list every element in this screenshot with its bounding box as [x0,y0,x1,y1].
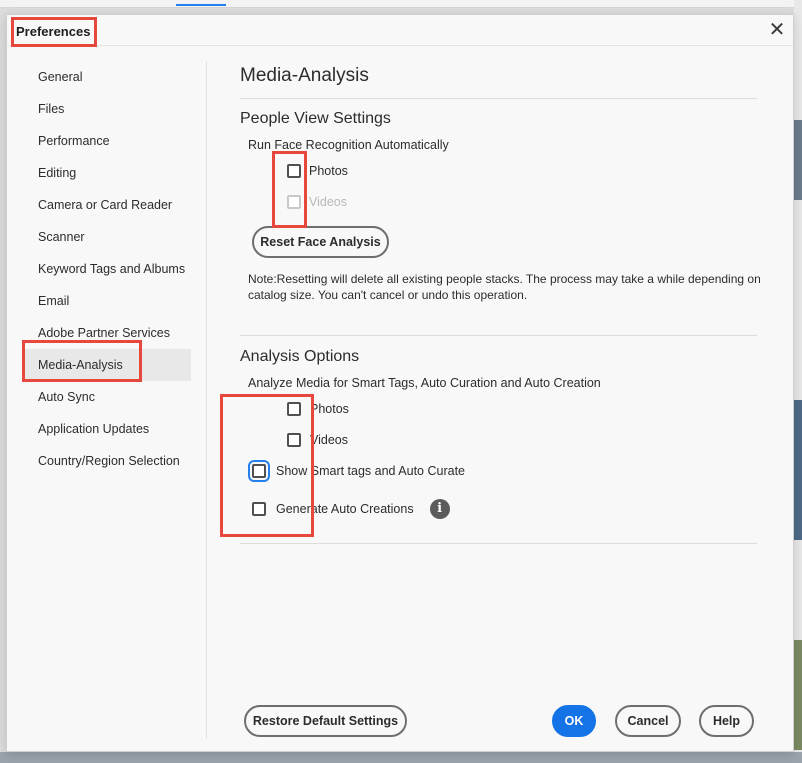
section-divider [240,335,757,336]
analysis-options-heading: Analysis Options [240,348,360,365]
background-thumbnail [794,120,802,200]
smart-tags-checkbox[interactable] [248,460,270,482]
background-thumbnail [794,400,802,540]
analysis-photos-checkbox[interactable] [287,402,301,416]
background-thumbnail [794,640,802,750]
sidebar-item-editing[interactable]: Editing [23,157,191,189]
sidebar-item-media-analysis[interactable]: Media-Analysis [23,349,191,381]
sidebar-item-keyword-tags-and-albums[interactable]: Keyword Tags and Albums [23,253,191,285]
auto-creations-option: Generate Auto Creations i [252,499,450,519]
dialog-titlebar: Preferences ✕ [7,15,793,46]
close-icon[interactable]: ✕ [767,20,787,40]
sidebar-item-performance[interactable]: Performance [23,125,191,157]
cancel-button[interactable]: Cancel [615,705,681,737]
ok-button[interactable]: OK [552,705,596,737]
sidebar-item-email[interactable]: Email [23,285,191,317]
analysis-videos-label: Videos [310,433,348,447]
preferences-sidebar: General Files Performance Editing Camera… [23,61,191,477]
auto-creations-label: Generate Auto Creations [276,502,414,516]
people-photos-label: Photos [309,164,348,178]
sidebar-item-general[interactable]: General [23,61,191,93]
people-videos-checkbox [287,195,301,209]
title-divider [240,98,757,99]
help-button[interactable]: Help [699,705,754,737]
analyze-media-label: Analyze Media for Smart Tags, Auto Curat… [248,376,601,390]
people-photos-option: Photos [287,164,348,178]
background-thumbnails [794,0,802,763]
people-videos-option: Videos [287,195,347,209]
reset-face-analysis-button[interactable]: Reset Face Analysis [252,226,389,258]
analysis-photos-label: Photos [310,402,349,416]
background-tab-strip [0,0,802,8]
analysis-photos-option: Photos [287,402,349,416]
sidebar-divider [206,61,207,739]
sidebar-item-camera-or-card-reader[interactable]: Camera or Card Reader [23,189,191,221]
sidebar-item-auto-sync[interactable]: Auto Sync [23,381,191,413]
restore-default-settings-button[interactable]: Restore Default Settings [244,705,407,737]
preferences-dialog: Preferences ✕ General Files Performance … [6,14,794,752]
analysis-videos-option: Videos [287,433,348,447]
sidebar-item-country-region-selection[interactable]: Country/Region Selection [23,445,191,477]
sidebar-item-files[interactable]: Files [23,93,191,125]
reset-note-line-2: catalog size. You can't cancel or undo t… [248,288,528,302]
analysis-divider [240,543,757,544]
auto-creations-checkbox[interactable] [252,502,266,516]
smart-tags-label: Show Smart tags and Auto Curate [276,464,465,478]
people-videos-label: Videos [309,195,347,209]
people-view-settings-heading: People View Settings [240,110,391,127]
analysis-videos-checkbox[interactable] [287,433,301,447]
reset-note-line-1: Note:Resetting will delete all existing … [248,272,761,286]
info-icon[interactable]: i [429,499,450,519]
sidebar-item-adobe-partner-services[interactable]: Adobe Partner Services [23,317,191,349]
active-tab-indicator [176,4,226,6]
sidebar-item-scanner[interactable]: Scanner [23,221,191,253]
sidebar-item-application-updates[interactable]: Application Updates [23,413,191,445]
smart-tags-option: Show Smart tags and Auto Curate [248,460,465,482]
run-face-recognition-label: Run Face Recognition Automatically [248,138,449,152]
people-photos-checkbox[interactable] [287,164,301,178]
page-title: Media-Analysis [240,65,369,86]
dialog-title: Preferences [16,24,91,39]
background-thumbnail-row [0,752,802,763]
reset-note: Note:Resetting will delete all existing … [248,271,768,303]
